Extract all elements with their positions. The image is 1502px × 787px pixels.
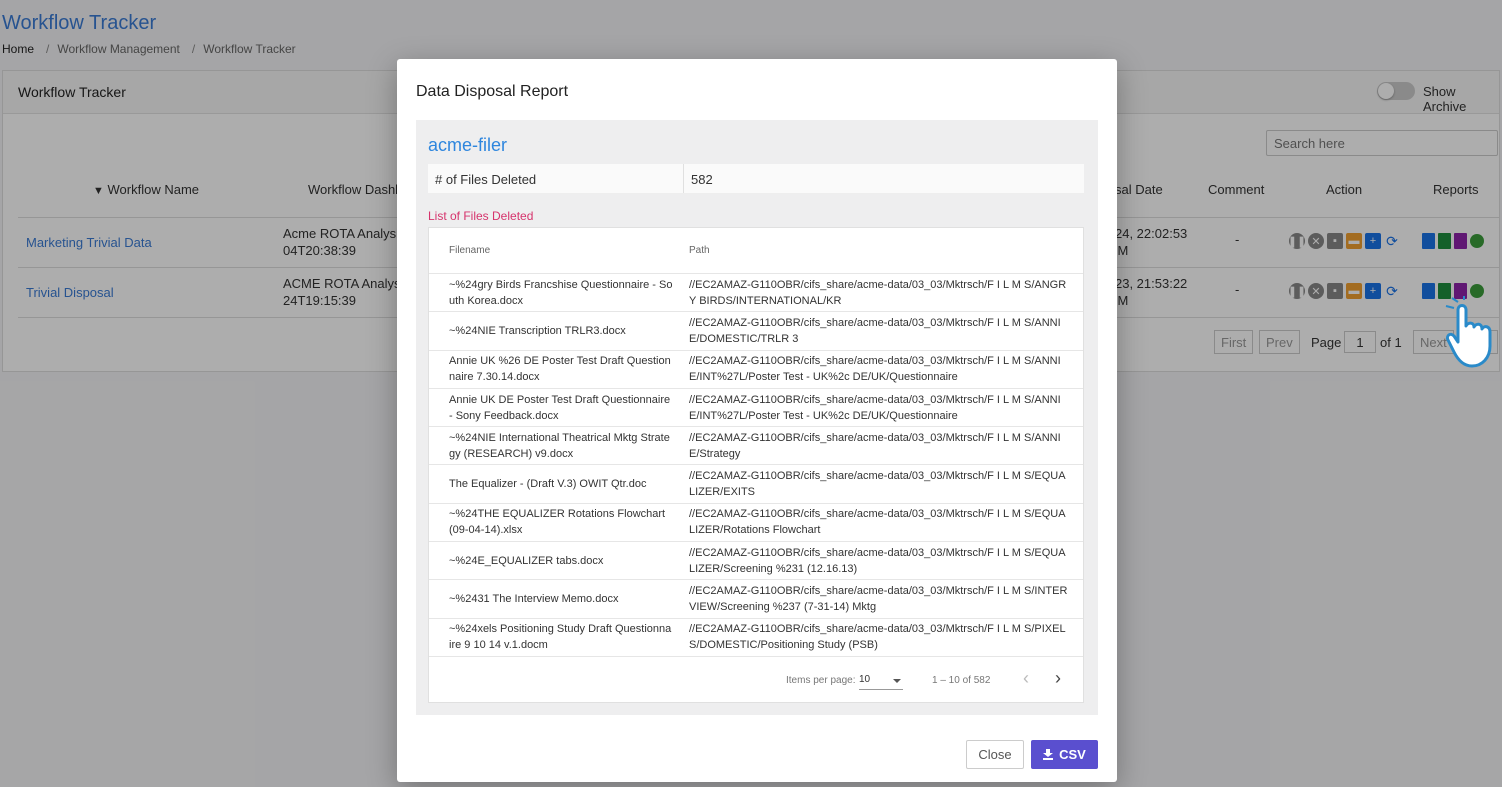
table-paginator: Items per page: 10 1 – 10 of 582 ‹ › bbox=[429, 656, 1083, 702]
path-cell: //EC2AMAZ-G110OBR/cifs_share/acme-data/0… bbox=[689, 278, 1067, 307]
path-cell: //EC2AMAZ-G110OBR/cifs_share/acme-data/0… bbox=[689, 508, 1066, 537]
path-cell: //EC2AMAZ-G110OBR/cifs_share/acme-data/0… bbox=[689, 316, 1061, 345]
csv-button-label: CSV bbox=[1059, 747, 1086, 762]
files-deleted-value: 582 bbox=[691, 172, 713, 187]
filename-cell: ~%24E_EQUALIZER tabs.docx bbox=[449, 554, 604, 567]
files-deleted-label: # of Files Deleted bbox=[428, 164, 684, 193]
table-row: Annie UK DE Poster Test Draft Questionna… bbox=[429, 389, 1083, 428]
host-name: acme-filer bbox=[428, 135, 508, 155]
filename-cell: The Equalizer - (Draft V.3) OWIT Qtr.doc bbox=[449, 478, 647, 491]
table-row: ~%24NIE International Theatrical Mktg St… bbox=[429, 427, 1083, 466]
csv-download-button[interactable]: CSV bbox=[1031, 740, 1098, 769]
files-deleted-summary: # of Files Deleted 582 bbox=[428, 164, 1084, 194]
table-row: Annie UK %26 DE Poster Test Draft Questi… bbox=[429, 351, 1083, 389]
path-cell: //EC2AMAZ-G110OBR/cifs_share/acme-data/0… bbox=[689, 470, 1066, 499]
hand-cursor-icon bbox=[1445, 296, 1492, 368]
path-cell: //EC2AMAZ-G110OBR/cifs_share/acme-data/0… bbox=[689, 431, 1061, 460]
filename-cell: ~%24NIE International Theatrical Mktg St… bbox=[449, 431, 670, 460]
path-cell: //EC2AMAZ-G110OBR/cifs_share/acme-data/0… bbox=[689, 393, 1061, 422]
path-cell: //EC2AMAZ-G110OBR/cifs_share/acme-data/0… bbox=[689, 546, 1066, 575]
items-per-page-label: Items per page: bbox=[786, 675, 856, 686]
table-header: Filename Path bbox=[429, 228, 1083, 274]
table-body: ~%24gry Birds Francshise Questionnaire -… bbox=[429, 274, 1083, 657]
filename-cell: Annie UK DE Poster Test Draft Questionna… bbox=[449, 393, 671, 422]
filename-cell: ~%24THE EQUALIZER Rotations Flowchart (0… bbox=[449, 508, 666, 537]
next-page-icon[interactable]: › bbox=[1055, 668, 1061, 689]
page-range-label: 1 – 10 of 582 bbox=[932, 675, 991, 686]
table-row: ~%2431 The Interview Memo.docx //EC2AMAZ-… bbox=[429, 580, 1083, 619]
filename-cell: ~%24xels Positioning Study Draft Questio… bbox=[449, 623, 672, 652]
filename-cell: Annie UK %26 DE Poster Test Draft Questi… bbox=[449, 355, 671, 384]
table-row: ~%24gry Birds Francshise Questionnaire -… bbox=[429, 274, 1083, 313]
path-cell: //EC2AMAZ-G110OBR/cifs_share/acme-data/0… bbox=[689, 585, 1068, 614]
deleted-files-table: Filename Path ~%24gry Birds Francshise Q… bbox=[428, 227, 1084, 703]
table-row: ~%24NIE Transcription TRLR3.docx //EC2AMA… bbox=[429, 312, 1083, 351]
modal-body: acme-filer # of Files Deleted 582 List o… bbox=[416, 120, 1098, 715]
download-icon bbox=[1043, 749, 1054, 760]
list-title: List of Files Deleted bbox=[428, 209, 534, 223]
table-row: ~%24E_EQUALIZER tabs.docx //EC2AMAZ-G110O… bbox=[429, 542, 1083, 581]
filename-column-header: Filename bbox=[449, 245, 491, 256]
table-row: ~%24THE EQUALIZER Rotations Flowchart (0… bbox=[429, 504, 1083, 543]
table-row: The Equalizer - (Draft V.3) OWIT Qtr.doc… bbox=[429, 465, 1083, 504]
path-column-header: Path bbox=[689, 245, 710, 256]
path-cell: //EC2AMAZ-G110OBR/cifs_share/acme-data/0… bbox=[689, 623, 1066, 652]
filename-cell: ~%2431 The Interview Memo.docx bbox=[449, 593, 619, 606]
previous-page-icon[interactable]: ‹ bbox=[1023, 668, 1029, 689]
data-disposal-report-modal: Data Disposal Report acme-filer # of Fil… bbox=[397, 59, 1117, 782]
filename-cell: ~%24NIE Transcription TRLR3.docx bbox=[449, 324, 626, 337]
table-row: ~%24xels Positioning Study Draft Questio… bbox=[429, 619, 1083, 657]
items-per-page-select[interactable]: 10 bbox=[859, 670, 903, 690]
path-cell: //EC2AMAZ-G110OBR/cifs_share/acme-data/0… bbox=[689, 355, 1061, 384]
close-button[interactable]: Close bbox=[966, 740, 1024, 769]
modal-title: Data Disposal Report bbox=[416, 83, 569, 100]
filename-cell: ~%24gry Birds Francshise Questionnaire -… bbox=[449, 278, 673, 307]
